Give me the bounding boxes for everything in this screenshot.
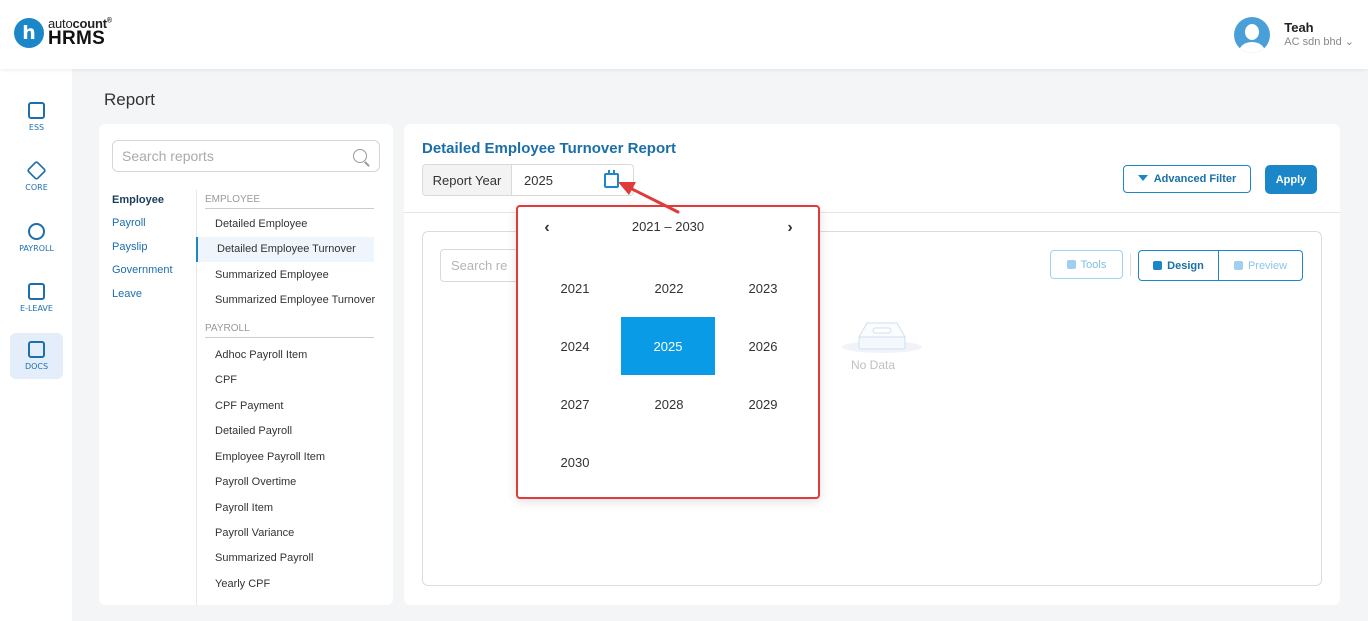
- core-icon: [26, 160, 47, 181]
- app-logo[interactable]: h autocount® HRMS: [14, 17, 112, 48]
- calendar-icon: [28, 283, 45, 300]
- category-employee[interactable]: Employee: [112, 194, 164, 206]
- report-item[interactable]: Adhoc Payroll Item: [215, 349, 307, 361]
- year-cell[interactable]: 2024: [528, 317, 622, 375]
- report-year-label: Report Year: [423, 165, 512, 195]
- report-search-input[interactable]: [122, 148, 342, 164]
- report-title: Detailed Employee Turnover Report: [422, 140, 676, 157]
- nav-core-label: CORE: [25, 183, 48, 192]
- calendar-icon[interactable]: [604, 170, 619, 188]
- report-item[interactable]: Detailed Payroll: [215, 425, 292, 437]
- report-item[interactable]: Payroll Variance: [215, 527, 294, 539]
- payroll-icon: [28, 223, 45, 240]
- view-mode-toggle: Design Preview: [1138, 250, 1303, 281]
- nav-core[interactable]: CORE: [10, 154, 63, 200]
- user-name: Teah: [1284, 20, 1314, 35]
- nav-eleave-label: E-LEAVE: [20, 304, 53, 313]
- top-bar: h autocount® HRMS Teah AC sdn bhd ⌄: [0, 0, 1368, 69]
- nav-payroll[interactable]: PAYROLL: [10, 215, 63, 261]
- search-icon[interactable]: [353, 149, 367, 163]
- report-item[interactable]: Summarized Employee Turnover: [215, 294, 375, 306]
- year-cell[interactable]: 2022: [622, 259, 716, 317]
- report-item[interactable]: CPF: [215, 374, 237, 386]
- next-decade-button[interactable]: ›: [780, 219, 800, 237]
- design-tab[interactable]: Design: [1139, 251, 1219, 280]
- category-payslip[interactable]: Payslip: [112, 241, 147, 253]
- tools-button[interactable]: Tools: [1050, 250, 1123, 279]
- report-item[interactable]: Summarized Payroll: [215, 552, 313, 564]
- report-year-input[interactable]: 2025: [512, 165, 633, 195]
- empty-box-icon: [842, 322, 922, 353]
- layers-icon: [1066, 260, 1076, 269]
- report-year-value: 2025: [524, 172, 553, 188]
- report-year-field[interactable]: Report Year 2025: [422, 164, 634, 196]
- year-cell[interactable]: 2029: [716, 375, 810, 433]
- year-cell-selected[interactable]: 2025: [621, 317, 715, 375]
- logo-tm: ®: [106, 17, 112, 25]
- user-menu[interactable]: Teah AC sdn bhd ⌄: [1234, 17, 1354, 53]
- nav-ess-label: ESS: [28, 123, 45, 132]
- nav-ess[interactable]: ESS: [10, 94, 63, 140]
- preview-icon: [1233, 261, 1243, 270]
- logo-mark: h: [14, 17, 44, 48]
- previous-decade-button[interactable]: ‹: [537, 219, 557, 237]
- nav-payroll-label: PAYROLL: [19, 244, 54, 253]
- preview-tab[interactable]: Preview: [1219, 251, 1302, 280]
- advanced-filter-label: Advanced Filter: [1153, 173, 1237, 185]
- toolbar-separator: [1130, 254, 1131, 276]
- year-cell[interactable]: 2023: [716, 259, 810, 317]
- tools-label: Tools: [1080, 258, 1107, 271]
- report-item[interactable]: CPF Payment: [215, 400, 283, 412]
- advanced-filter-button[interactable]: Advanced Filter: [1123, 165, 1251, 193]
- report-item[interactable]: Payroll Item: [215, 502, 273, 514]
- filter-icon: [1137, 174, 1148, 184]
- nav-docs-label: DOCS: [24, 362, 49, 371]
- year-cell[interactable]: 2021: [528, 259, 622, 317]
- report-item-selected[interactable]: Detailed Employee Turnover: [217, 243, 356, 255]
- decade-range: 2021 – 2030: [631, 219, 705, 234]
- year-cell[interactable]: 2027: [528, 375, 622, 433]
- year-cell[interactable]: 2028: [622, 375, 716, 433]
- ess-icon: [28, 102, 45, 119]
- category-government[interactable]: Government: [112, 264, 173, 276]
- report-item[interactable]: Summarized Employee: [215, 269, 329, 281]
- category-leave[interactable]: Leave: [112, 288, 142, 300]
- design-icon: [1153, 261, 1163, 270]
- year-cell[interactable]: 2030: [528, 433, 622, 491]
- preview-label: Preview: [1247, 259, 1288, 272]
- avatar[interactable]: [1234, 17, 1271, 53]
- report-item[interactable]: Payroll Overtime: [215, 476, 296, 488]
- docs-icon: [28, 341, 45, 358]
- year-cell[interactable]: 2026: [716, 317, 810, 375]
- side-navigation: ESS CORE PAYROLL E-LEAVE DOCS: [0, 69, 72, 621]
- section-heading-employee: EMPLOYEE: [205, 194, 374, 209]
- logo-product: HRMS: [48, 28, 106, 49]
- year-picker: ‹ 2021 – 2030 › 2021 2022 2023 2024 2025…: [516, 205, 820, 499]
- logo-wordmark: autocount® HRMS: [48, 17, 112, 48]
- design-label: Design: [1167, 259, 1204, 272]
- apply-button[interactable]: Apply: [1265, 165, 1317, 194]
- nav-docs[interactable]: DOCS: [10, 333, 63, 379]
- report-item[interactable]: Employee Payroll Item: [215, 451, 325, 463]
- report-item[interactable]: Yearly CPF: [215, 578, 270, 590]
- report-list-panel: Employee Payroll Payslip Government Leav…: [99, 124, 393, 605]
- nav-eleave[interactable]: E-LEAVE: [10, 275, 63, 321]
- category-payroll[interactable]: Payroll: [112, 217, 146, 229]
- page-title: Report: [104, 90, 156, 109]
- no-data-text: No Data: [850, 358, 896, 372]
- section-heading-payroll: PAYROLL: [205, 323, 374, 338]
- report-search[interactable]: [112, 140, 380, 172]
- report-item[interactable]: Detailed Employee: [215, 218, 307, 230]
- company-selector[interactable]: AC sdn bhd ⌄: [1284, 36, 1354, 50]
